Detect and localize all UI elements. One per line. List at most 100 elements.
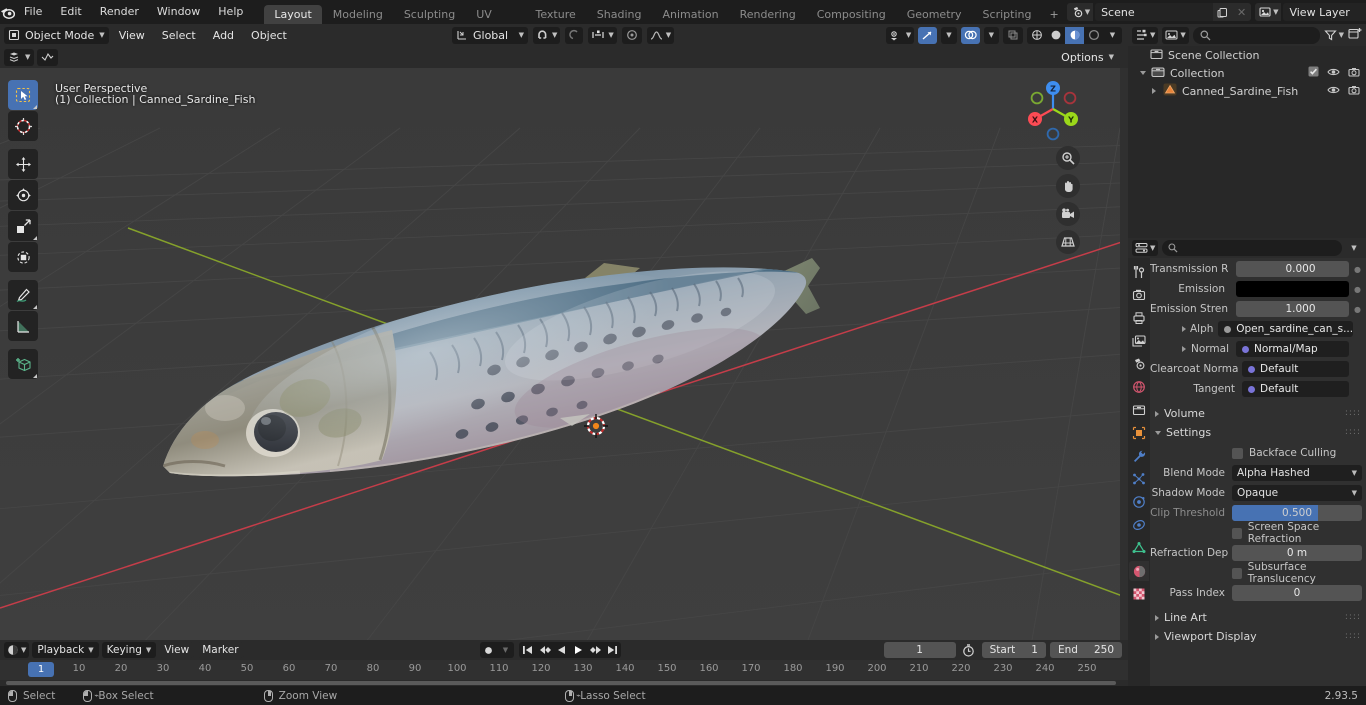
tab-view-layer[interactable]	[1129, 331, 1149, 351]
gizmo-toggle[interactable]	[918, 26, 938, 44]
play-reverse-icon[interactable]	[553, 642, 570, 658]
tab-shading[interactable]: Shading	[587, 5, 652, 24]
chevron-right-icon[interactable]	[1152, 88, 1156, 94]
tab-uv-editing[interactable]: UV Editing	[466, 5, 524, 40]
chevron-down-icon[interactable]	[1140, 71, 1146, 75]
properties-search-input[interactable]	[1162, 240, 1342, 256]
tab-physics[interactable]	[1129, 492, 1149, 512]
viewport-menu-add[interactable]: Add	[206, 27, 241, 44]
section-viewport-display[interactable]: Viewport Display ::::	[1150, 627, 1366, 646]
section-line-art[interactable]: Line Art ::::	[1150, 608, 1366, 627]
viewlayer-icon[interactable]: ▼	[1255, 3, 1282, 21]
tool-transform[interactable]	[8, 242, 38, 272]
stopwatch-icon[interactable]	[960, 643, 978, 657]
collection-checkbox[interactable]	[1308, 66, 1319, 80]
backface-culling-checkbox[interactable]	[1232, 447, 1243, 459]
auto-keying-dropdown[interactable]: ▼	[497, 642, 514, 658]
camera-render-icon[interactable]	[1348, 85, 1360, 98]
panel-divider[interactable]	[1120, 68, 1128, 640]
chevron-right-icon[interactable]	[1182, 346, 1186, 352]
navigation-gizmo[interactable]: Z X Y	[1020, 76, 1086, 142]
shading-solid[interactable]	[1046, 27, 1065, 44]
tab-data[interactable]	[1129, 538, 1149, 558]
blender-logo-icon[interactable]	[0, 0, 15, 24]
outliner-row-canned-sardine-fish[interactable]: Canned_Sardine_Fish	[1128, 82, 1366, 100]
menu-edit[interactable]: Edit	[51, 3, 90, 21]
shadow-mode-dropdown[interactable]: Opaque ▼	[1232, 485, 1362, 501]
copy-icon[interactable]	[1213, 3, 1233, 21]
next-keyframe-icon[interactable]	[587, 642, 604, 658]
shading-wireframe[interactable]	[1027, 27, 1046, 44]
outliner-filter-id[interactable]: ▼	[1162, 26, 1189, 44]
blend-mode-dropdown[interactable]: Alpha Hashed ▼	[1232, 465, 1362, 481]
viewport-options-button[interactable]: Options ▼	[1055, 48, 1120, 66]
viewlayer-name-field[interactable]: View Layer	[1283, 3, 1366, 21]
3d-viewport[interactable]: User Perspective (1) Collection | Canned…	[0, 68, 1128, 640]
zoom-icon[interactable]	[1056, 146, 1080, 170]
screen-space-refraction-checkbox[interactable]	[1232, 527, 1242, 539]
tab-scene[interactable]	[1129, 354, 1149, 374]
eye-icon[interactable]	[1327, 67, 1340, 80]
menu-render[interactable]: Render	[91, 3, 148, 21]
prev-keyframe-icon[interactable]	[536, 642, 553, 658]
drag-grip-icon[interactable]: ::::	[1345, 632, 1361, 641]
tool-add-cube[interactable]	[8, 349, 38, 379]
frame-end-field[interactable]: End 250	[1049, 642, 1122, 658]
current-frame-field[interactable]: 1	[883, 642, 956, 658]
section-volume[interactable]: Volume ::::	[1150, 404, 1366, 423]
timeline-menu-keying[interactable]: Keying ▼	[101, 642, 157, 658]
tab-render[interactable]	[1129, 285, 1149, 305]
tool-annotate[interactable]	[8, 280, 38, 310]
tab-collection[interactable]	[1129, 400, 1149, 420]
proportional-falloff-selector[interactable]: ▼	[646, 26, 675, 44]
proportional-editing-toggle[interactable]	[621, 26, 642, 44]
chevron-right-icon[interactable]	[1182, 326, 1186, 332]
orthographic-icon[interactable]	[1056, 230, 1080, 254]
record-icon[interactable]	[480, 642, 497, 658]
clearcoat-normal-link-field[interactable]: Default	[1242, 361, 1349, 377]
section-settings[interactable]: Settings ::::	[1150, 423, 1366, 442]
jump-end-icon[interactable]	[604, 642, 621, 658]
animate-decorator-icon[interactable]: ●	[1353, 285, 1362, 294]
unlink-scene-icon[interactable]: ✕	[1232, 3, 1252, 21]
drag-grip-icon[interactable]: ::::	[1345, 613, 1361, 622]
tangent-link-field[interactable]: Default	[1242, 381, 1349, 397]
tool-cursor[interactable]	[8, 111, 38, 141]
tab-world[interactable]	[1129, 377, 1149, 397]
menu-window[interactable]: Window	[148, 3, 209, 21]
properties-editor-type[interactable]: ▼	[1132, 240, 1159, 256]
frame-start-field[interactable]: Start 1	[981, 642, 1046, 658]
overlays-options-dropdown[interactable]: ▼	[983, 26, 999, 44]
tab-particles[interactable]	[1129, 469, 1149, 489]
timeline-playhead[interactable]: 1	[28, 662, 54, 677]
shading-rendered[interactable]	[1084, 27, 1103, 44]
tab-sculpting[interactable]: Sculpting	[394, 5, 465, 24]
tab-constraints[interactable]	[1129, 515, 1149, 535]
tab-geometry-nodes[interactable]: Geometry Nodes	[897, 5, 972, 40]
tab-texture-paint[interactable]: Texture Paint	[526, 5, 586, 40]
camera-icon[interactable]	[1056, 202, 1080, 226]
editor-type-selector[interactable]: Object Mode ▼	[4, 26, 109, 44]
menu-file[interactable]: File	[15, 3, 51, 21]
drag-grip-icon[interactable]: ::::	[1345, 428, 1361, 437]
outliner-row-collection[interactable]: Collection	[1128, 64, 1366, 82]
tab-tool[interactable]	[1129, 262, 1149, 282]
refraction-depth-value[interactable]: 0 m	[1232, 545, 1362, 561]
view-layer-small-icon[interactable]: ▼	[4, 48, 35, 66]
timeline-ruler[interactable]: 1 10 20 30 40 50 60 70 80 90 100 110 120…	[0, 660, 1128, 680]
snap-target-selector[interactable]: ▼	[533, 26, 561, 44]
normal-link-field[interactable]: Normal/Map	[1236, 341, 1349, 357]
shading-dropdown[interactable]: ▼	[1103, 27, 1122, 44]
animate-decorator-icon[interactable]: ●	[1353, 305, 1362, 314]
snap-toggle[interactable]	[565, 26, 584, 44]
jump-start-icon[interactable]	[519, 642, 536, 658]
properties-options-dropdown[interactable]: ▼	[1346, 244, 1362, 252]
tool-rotate[interactable]	[8, 180, 38, 210]
tab-layout[interactable]: Layout	[264, 5, 322, 24]
tool-move[interactable]	[8, 149, 38, 179]
outliner-display-mode[interactable]: ▼	[1132, 26, 1159, 44]
tab-animation[interactable]: Animation	[652, 5, 728, 24]
outliner-row-scene-collection[interactable]: Scene Collection	[1128, 46, 1366, 64]
alpha-link-field[interactable]: Open_sardine_can_s...	[1218, 321, 1354, 337]
emission-strength-value[interactable]: 1.000	[1236, 301, 1349, 317]
